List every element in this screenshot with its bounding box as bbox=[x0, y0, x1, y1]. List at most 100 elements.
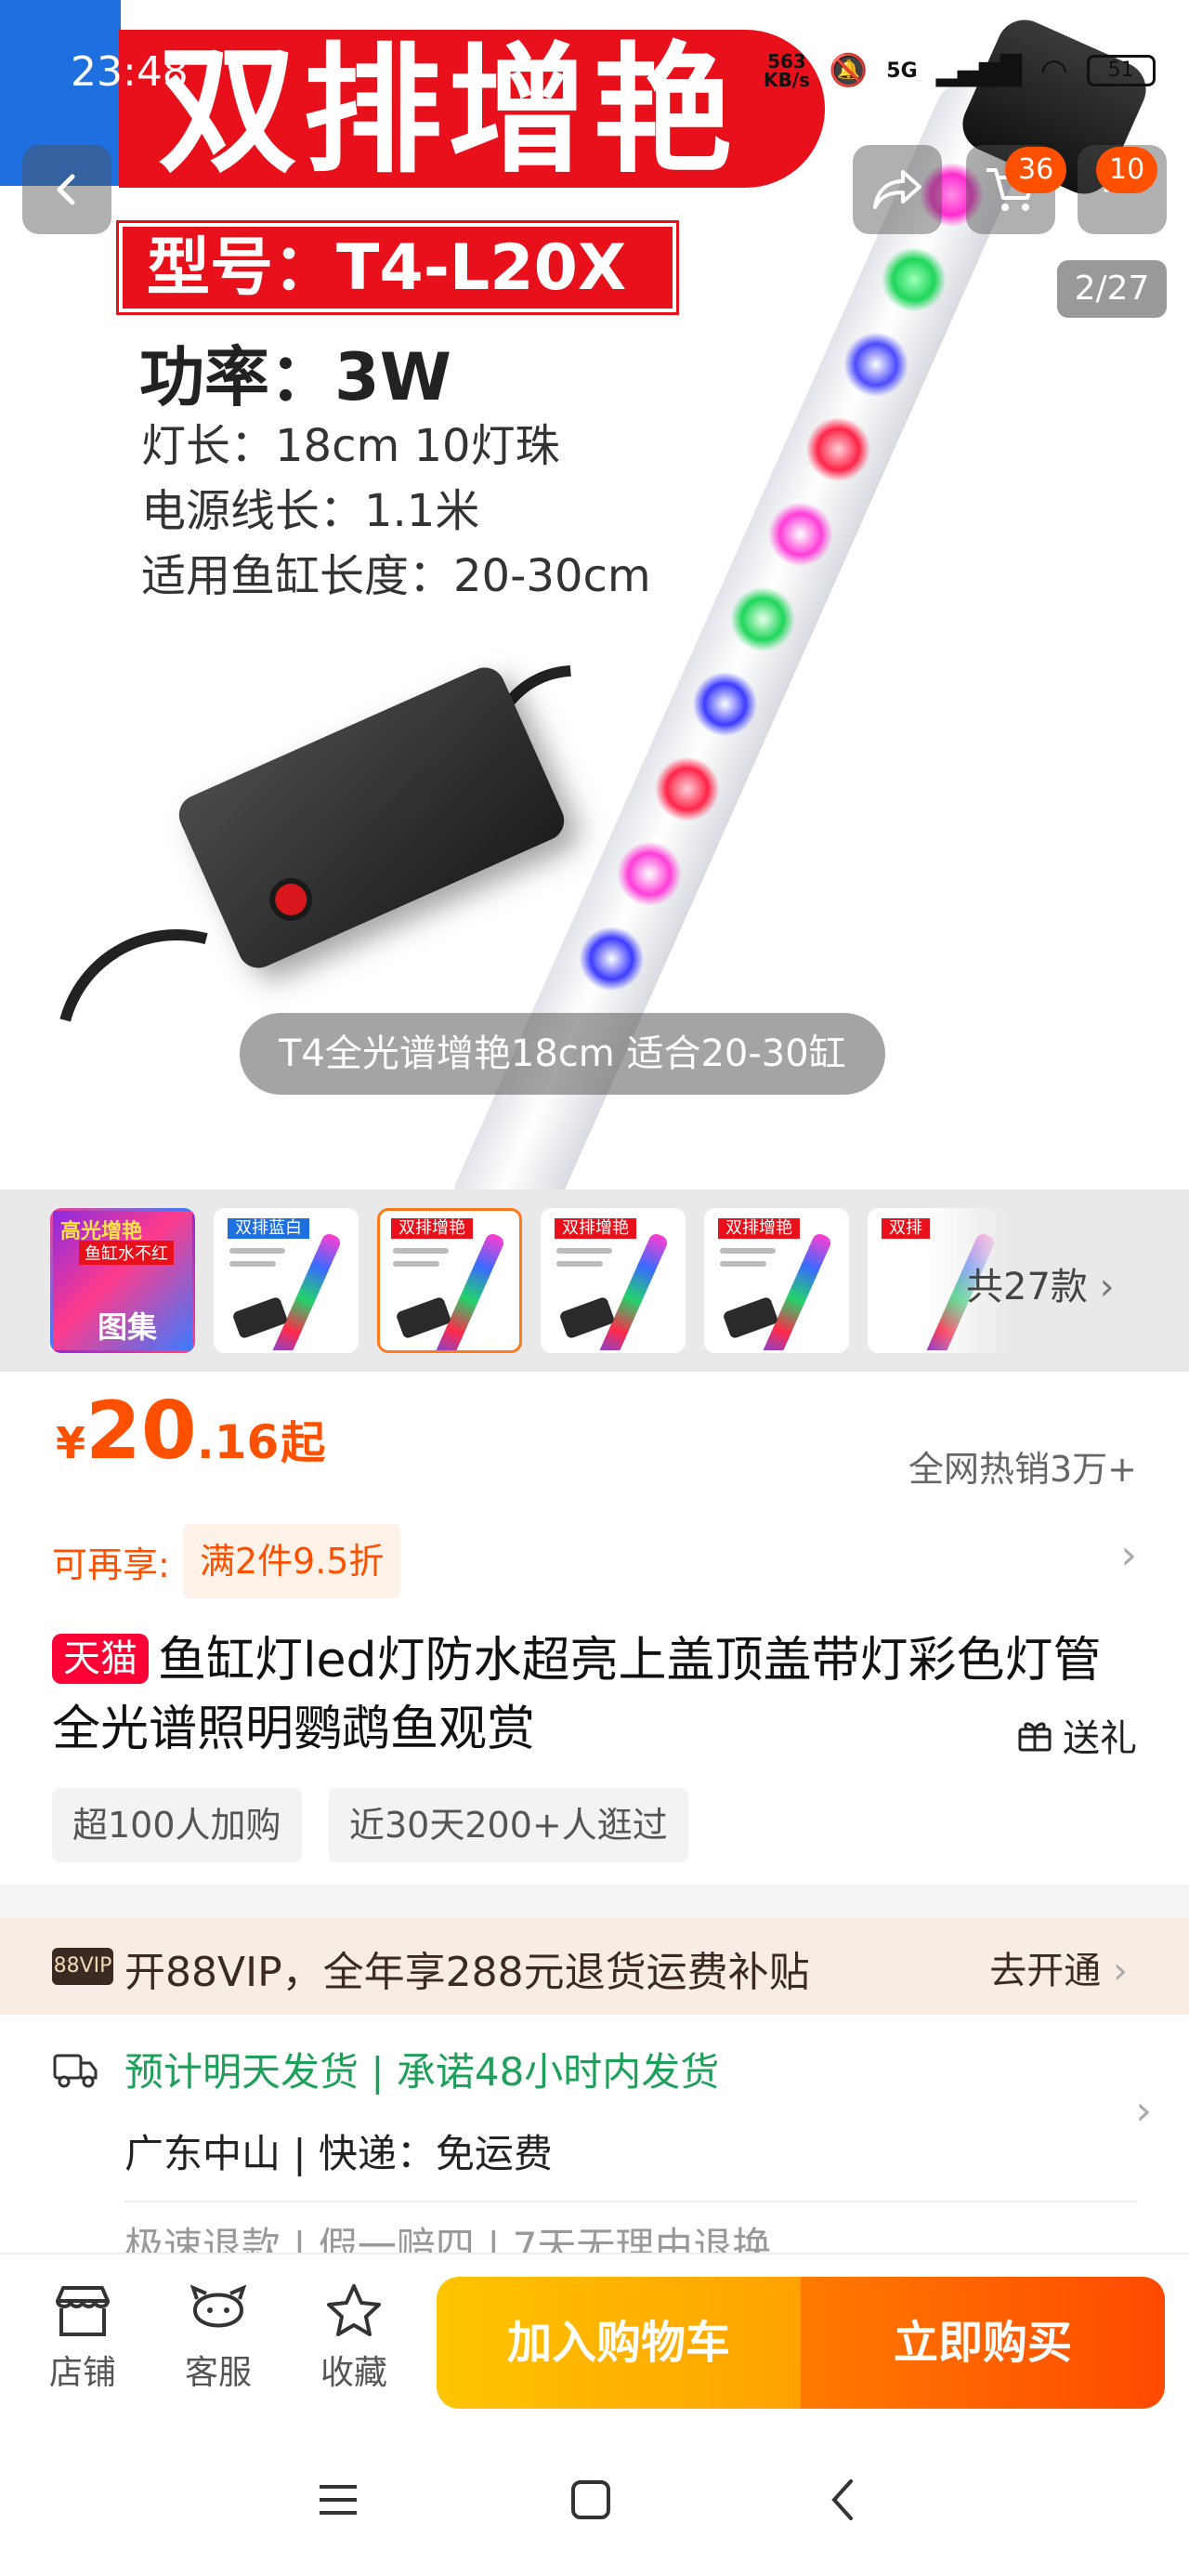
tag-visitor-count: 近30天200+人逛过 bbox=[329, 1788, 688, 1862]
price-integer: 20 bbox=[85, 1385, 197, 1478]
battery-icon: 51 bbox=[1086, 55, 1156, 86]
vip-open-link[interactable]: 去开通 › bbox=[989, 1940, 1128, 1994]
led-blue bbox=[568, 915, 655, 1002]
led-green bbox=[870, 236, 958, 323]
customer-service-button[interactable]: 客服 bbox=[167, 2282, 269, 2394]
service-guarantees: 极速退款 | 假一赔四 | 7天无理由退换 bbox=[124, 2224, 772, 2253]
led-red bbox=[795, 406, 882, 493]
network-speed-value: 563 bbox=[767, 50, 806, 72]
price: ¥ 20 .16 起 bbox=[56, 1385, 325, 1478]
store-label: 店铺 bbox=[48, 2354, 116, 2392]
sku-thumb-text-line bbox=[720, 1248, 776, 1254]
all-styles-link[interactable]: 共27款 › bbox=[966, 1256, 1115, 1310]
model-text: 型号：T4-L20X bbox=[147, 231, 627, 305]
menu-nav-button[interactable] bbox=[301, 2472, 375, 2528]
sku-thumb-text-line bbox=[393, 1261, 439, 1267]
share-icon bbox=[873, 170, 921, 209]
product-title-text: 鱼缸灯led灯防水超亮上盖顶盖带灯彩色灯管全光谱照明鹦鹉鱼观赏 bbox=[52, 1633, 1102, 1757]
image-page-counter: 2/27 bbox=[1057, 260, 1167, 318]
buy-now-button[interactable]: 立即购买 bbox=[801, 2277, 1165, 2409]
led-blue bbox=[682, 661, 768, 747]
back-arrow-icon bbox=[57, 174, 75, 205]
tank-spec: 适用鱼缸长度：20-30cm bbox=[141, 550, 651, 602]
power-spec: 功率：3W bbox=[139, 339, 451, 415]
favorite-button[interactable]: 收藏 bbox=[303, 2282, 405, 2394]
status-icons: 563 KB/s 🔕 5G ▂▄▆█ ◠ 51 bbox=[764, 52, 1156, 89]
sku-thumb-text-line bbox=[393, 1248, 449, 1254]
add-to-cart-button[interactable]: 加入购物车 bbox=[437, 2277, 801, 2409]
sku-thumb-title: 双排增艳 bbox=[555, 1218, 636, 1239]
sku-thumb-title: 双排蓝白 bbox=[228, 1218, 309, 1239]
led-pink bbox=[757, 491, 843, 578]
message-count-badge: 10 bbox=[1096, 147, 1158, 193]
led-green bbox=[719, 576, 806, 663]
back-button[interactable] bbox=[22, 145, 111, 234]
power-switch bbox=[269, 878, 312, 921]
sku-thumb-title: 双排增艳 bbox=[391, 1218, 473, 1239]
led-pink bbox=[606, 831, 693, 917]
vip-open-label: 去开通 bbox=[989, 1950, 1102, 1992]
chevron-right-icon[interactable]: › bbox=[1120, 1531, 1137, 1579]
gallery-label: 图集 bbox=[98, 1309, 158, 1345]
back-nav-button[interactable] bbox=[806, 2472, 881, 2528]
menu-icon bbox=[320, 2485, 357, 2515]
length-spec: 灯长：18cm 10灯珠 bbox=[141, 420, 560, 472]
promo-row[interactable]: 可再享: 满2件9.5折 bbox=[52, 1524, 401, 1598]
sku-thumb[interactable]: 双排增艳 bbox=[541, 1208, 686, 1353]
mute-icon: 🔕 bbox=[828, 52, 869, 89]
tag-add-cart-count: 超100人加购 bbox=[52, 1788, 302, 1862]
sku-thumb[interactable]: 双排蓝白 bbox=[214, 1208, 359, 1353]
controller-box bbox=[172, 661, 571, 975]
share-button[interactable] bbox=[853, 145, 942, 234]
sku-thumb-selected[interactable]: 双排增艳 bbox=[377, 1208, 522, 1353]
network-speed-unit: KB/s bbox=[764, 69, 810, 91]
vip-badge: 88VIP bbox=[52, 1948, 113, 1985]
cable-spec: 电源线长：1.1米 bbox=[141, 485, 480, 537]
signal-icon: ▂▄▆█ bbox=[935, 54, 1022, 87]
store-icon bbox=[56, 2286, 110, 2336]
hot-sales-count: 全网热销3万+ bbox=[908, 1449, 1137, 1490]
price-currency: ¥ bbox=[56, 1418, 86, 1468]
divider bbox=[124, 2201, 1137, 2202]
delivery-estimate: 预计明天发货 | 承诺48小时内发货 bbox=[124, 2049, 720, 2095]
chevron-right-icon: › bbox=[1099, 1266, 1115, 1308]
price-decimal: .16 bbox=[196, 1415, 280, 1469]
sku-thumb-text-line bbox=[556, 1261, 603, 1267]
sku-thumb-title: 双排 bbox=[882, 1218, 930, 1239]
status-bar: 23:48 563 KB/s 🔕 5G ▂▄▆█ ◠ 51 bbox=[0, 0, 1189, 96]
service-face-icon bbox=[189, 2284, 247, 2328]
gift-button[interactable]: 送礼 bbox=[1016, 1708, 1137, 1762]
network-label: 5G bbox=[886, 59, 918, 83]
home-square-icon bbox=[571, 2480, 610, 2519]
star-icon bbox=[327, 2284, 381, 2336]
sku-thumb-text-line bbox=[229, 1248, 285, 1254]
shipping-origin: 广东中山 | 快递：免运费 bbox=[124, 2131, 553, 2176]
gallery-thumb-subtitle: 鱼缸水不红 bbox=[79, 1241, 174, 1265]
sku-thumb-text-line bbox=[229, 1261, 276, 1267]
promo-discount-chip: 满2件9.5折 bbox=[182, 1524, 401, 1598]
section-separator bbox=[0, 1885, 1189, 1918]
truck-icon bbox=[53, 2054, 98, 2088]
sku-thumb[interactable]: 双排增艳 bbox=[704, 1208, 849, 1353]
led-blue bbox=[832, 322, 920, 408]
sku-thumb-text-line bbox=[720, 1261, 766, 1267]
price-suffix: 起 bbox=[281, 1417, 326, 1469]
network-speed: 563 KB/s bbox=[764, 52, 810, 89]
gift-icon bbox=[1018, 1722, 1052, 1752]
chevron-right-icon[interactable]: › bbox=[1135, 2087, 1152, 2135]
chevron-right-icon: › bbox=[1101, 1950, 1128, 1992]
tmall-badge: 天猫 bbox=[52, 1634, 149, 1684]
wifi-icon: ◠ bbox=[1039, 52, 1068, 89]
favorite-label: 收藏 bbox=[320, 2354, 387, 2392]
store-button[interactable]: 店铺 bbox=[32, 2282, 134, 2394]
sku-thumb-title: 双排增艳 bbox=[718, 1218, 800, 1239]
promo-label: 可再享: bbox=[52, 1544, 170, 1585]
vip-text: 开88VIP，全年享288元退货运费补贴 bbox=[124, 1949, 810, 1996]
home-nav-button[interactable] bbox=[554, 2472, 628, 2528]
service-label: 客服 bbox=[184, 2354, 252, 2392]
cart-count-badge: 36 bbox=[1005, 147, 1067, 193]
gallery-thumb[interactable]: 高光增艳 鱼缸水不红 图集 bbox=[50, 1208, 195, 1353]
back-nav-icon bbox=[831, 2479, 853, 2520]
product-title: 天猫 鱼缸灯led灯防水超亮上盖顶盖带灯彩色灯管全光谱照明鹦鹉鱼观赏 bbox=[52, 1626, 1139, 1764]
gift-label: 送礼 bbox=[1063, 1717, 1137, 1760]
